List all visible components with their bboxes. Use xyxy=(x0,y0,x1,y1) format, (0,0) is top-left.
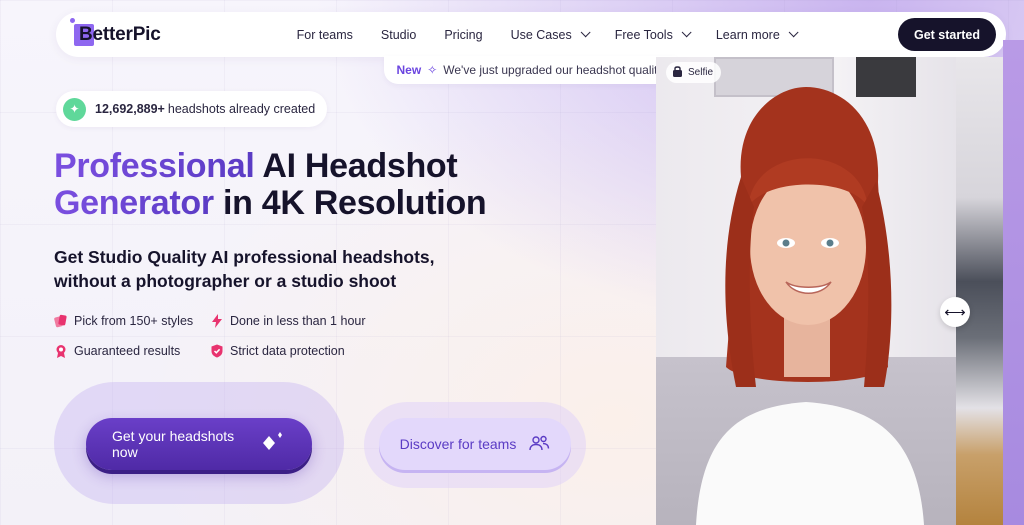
chevron-down-icon xyxy=(580,27,591,38)
cards-icon xyxy=(54,314,68,328)
logo[interactable]: BetterPic xyxy=(70,17,161,48)
page-subtitle: Get Studio Quality AI professional heads… xyxy=(54,247,435,291)
secondary-preview-image xyxy=(956,57,1003,525)
counter-value: 12,692,889+ xyxy=(95,102,165,116)
nav-item-free-tools[interactable]: Free Tools xyxy=(615,27,692,42)
feature-guarantee: Guaranteed results xyxy=(54,342,210,360)
get-started-button[interactable]: Get started xyxy=(898,18,996,51)
discover-teams-button[interactable]: Discover for teams xyxy=(379,418,571,470)
nav-menu: For teams Studio Pricing Use Cases Free … xyxy=(297,27,823,42)
feature-speed: Done in less than 1 hour xyxy=(210,312,390,330)
feature-data-protection: Strict data protection xyxy=(210,342,390,360)
diamond-sparkle-icon xyxy=(260,431,286,457)
top-nav: BetterPic For teams Studio Pricing Use C… xyxy=(56,12,1006,57)
selfie-badge: Selfie xyxy=(666,62,722,83)
sparkle-icon: ✦ xyxy=(63,97,86,121)
nav-item-for-teams[interactable]: For teams xyxy=(297,28,353,42)
banner-text: We've just upgraded our headshot quality xyxy=(443,63,664,77)
feature-styles: Pick from 150+ styles xyxy=(54,312,210,330)
nav-item-studio[interactable]: Studio xyxy=(381,28,416,42)
logo-text: BetterPic xyxy=(79,23,161,45)
shield-icon xyxy=(210,344,224,358)
award-icon xyxy=(54,344,68,358)
chevron-down-icon xyxy=(788,27,799,38)
headshot-counter: ✦ 12,692,889+ headshots already created xyxy=(56,91,328,127)
get-headshots-button[interactable]: Get your headshots now xyxy=(86,418,312,470)
page-right-edge xyxy=(1003,40,1024,525)
counter-text: headshots already created xyxy=(167,102,316,116)
nav-item-use-cases[interactable]: Use Cases xyxy=(511,27,591,42)
arrows-horizontal-icon: ⟷ xyxy=(944,304,966,321)
page-title: Professional AI Headshot Generator in 4K… xyxy=(54,147,487,222)
comparison-slider-handle[interactable]: ⟷ xyxy=(940,297,970,327)
sparkle-icon: ✧ xyxy=(427,63,438,77)
lightning-icon xyxy=(210,314,224,328)
nav-item-learn-more[interactable]: Learn more xyxy=(716,27,799,42)
chevron-down-icon xyxy=(681,27,692,38)
announcement-banner[interactable]: New ✧ We've just upgraded our headshot q… xyxy=(384,56,676,84)
lock-icon xyxy=(672,65,683,80)
nav-item-pricing[interactable]: Pricing xyxy=(444,28,482,42)
logo-dot xyxy=(70,17,75,23)
team-icon xyxy=(528,434,550,455)
new-badge: New xyxy=(396,63,422,77)
feature-list: Pick from 150+ styles Done in less than … xyxy=(54,312,390,360)
headshot-preview-image xyxy=(656,57,956,525)
portrait-illustration xyxy=(696,87,924,525)
